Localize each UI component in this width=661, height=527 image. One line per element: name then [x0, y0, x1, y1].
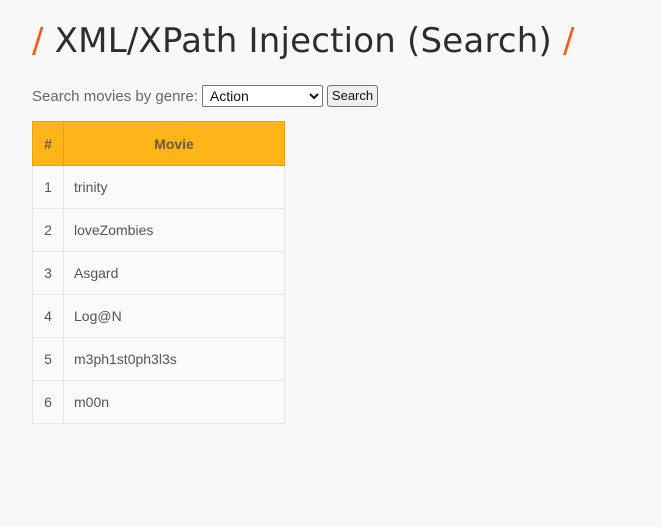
- row-index: 4: [32, 294, 64, 338]
- row-index: 5: [32, 337, 64, 381]
- row-index: 2: [32, 208, 64, 252]
- title-text: XML/XPath Injection (Search): [54, 21, 552, 61]
- table-row: 6 m00n: [32, 380, 285, 424]
- movies-table: # Movie 1 trinity 2 loveZombies 3 Asgard…: [32, 121, 285, 424]
- movie-title: Asgard: [63, 251, 285, 295]
- row-index: 1: [32, 165, 64, 209]
- table-row: 4 Log@N: [32, 294, 285, 338]
- movie-title: m3ph1st0ph3l3s: [63, 337, 285, 381]
- movie-title: loveZombies: [63, 208, 285, 252]
- column-header-index: #: [32, 121, 64, 166]
- table-row: 5 m3ph1st0ph3l3s: [32, 337, 285, 381]
- genre-search-form: Search movies by genre: Action Search: [32, 84, 379, 108]
- row-index: 3: [32, 251, 64, 295]
- title-slash-right: /: [563, 21, 575, 61]
- page: / XML/XPath Injection (Search) / Search …: [0, 0, 661, 527]
- search-label: Search movies by genre:: [32, 87, 198, 105]
- search-button[interactable]: Search: [326, 85, 379, 107]
- row-index: 6: [32, 380, 64, 424]
- table-header-row: # Movie: [32, 121, 285, 166]
- column-header-movie: Movie: [63, 121, 285, 166]
- title-slash-left: /: [32, 21, 44, 61]
- page-title: / XML/XPath Injection (Search) /: [32, 14, 575, 68]
- movie-title: Log@N: [63, 294, 285, 338]
- table-row: 2 loveZombies: [32, 208, 285, 252]
- genre-select[interactable]: Action: [201, 85, 323, 107]
- table-row: 3 Asgard: [32, 251, 285, 295]
- movie-title: m00n: [63, 380, 285, 424]
- movie-title: trinity: [63, 165, 285, 209]
- table-row: 1 trinity: [32, 165, 285, 209]
